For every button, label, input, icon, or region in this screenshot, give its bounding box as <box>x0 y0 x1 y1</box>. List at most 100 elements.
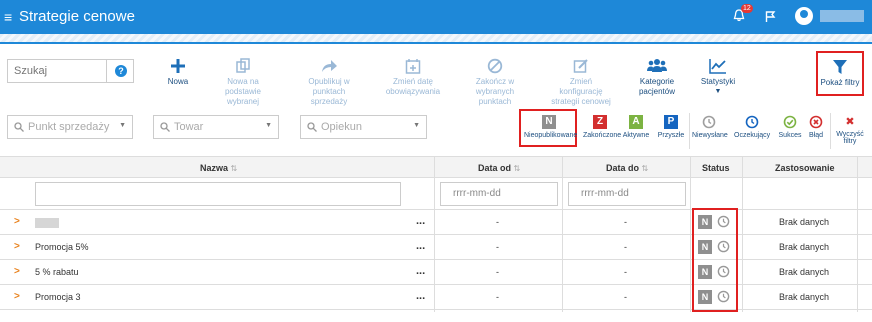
result-filter-not-sent[interactable]: Niewysłane <box>692 115 728 139</box>
row-apply: Brak danych <box>779 267 830 277</box>
result-filter-pending[interactable]: Oczekujący <box>734 115 770 139</box>
change-config-button[interactable]: Zmień konfigurację strategii cenowej <box>548 58 614 107</box>
chevron-down-icon: ▼ <box>413 122 420 129</box>
sort-icon: ⇅ <box>513 164 521 173</box>
expand-chevron-icon[interactable]: > <box>14 266 20 277</box>
patient-categories-button[interactable]: Kategorie pacjentów <box>624 58 690 97</box>
new-button[interactable]: Nowa <box>162 58 194 87</box>
menu-icon[interactable]: ≡ <box>4 9 12 25</box>
search-input[interactable] <box>8 60 107 82</box>
change-date-label: Zmień datę obowiązywania <box>385 77 441 96</box>
clock-icon <box>745 115 759 129</box>
status-filter-unpublished[interactable]: N Nieopublikowane <box>524 115 578 139</box>
caret-down-icon: ▼ <box>714 88 722 95</box>
row-date-to: - <box>624 267 627 277</box>
date-to-filter-input[interactable]: rrrr-mm-dd <box>568 182 686 206</box>
status-filter-label: Przyszłe <box>657 132 685 139</box>
status-badge-z: Z <box>593 115 607 129</box>
copy-icon <box>236 58 250 73</box>
sort-icon: ⇅ <box>230 164 238 173</box>
chevron-down-icon: ▼ <box>265 122 272 129</box>
expand-chevron-icon[interactable]: > <box>14 241 20 252</box>
divider <box>830 113 831 149</box>
status-column-highlight <box>692 208 738 312</box>
show-filters-button[interactable]: Pokaż filtry <box>816 51 864 96</box>
sort-icon: ⇅ <box>641 164 649 173</box>
row-apply: Brak danych <box>779 217 830 227</box>
statistics-button[interactable]: Statystyki ▼ <box>700 58 736 97</box>
change-config-label: Zmień konfigurację strategii cenowej <box>551 77 611 106</box>
row-date-from: - <box>496 292 499 302</box>
table-row[interactable]: > ... - - N Brak danych <box>0 210 872 235</box>
expand-chevron-icon[interactable]: > <box>14 291 20 302</box>
row-apply: Brak danych <box>779 292 830 302</box>
result-filter-label: Błąd <box>808 132 823 139</box>
check-circle-icon <box>783 115 797 129</box>
result-filter-error[interactable]: Błąd <box>806 115 826 139</box>
publish-label: Opublikuj w punktach sprzedaży <box>308 77 350 106</box>
new-button-label: Nowa <box>167 77 189 86</box>
row-name-redacted <box>35 218 59 228</box>
status-filter-active[interactable]: A Aktywne <box>622 115 650 139</box>
status-filter-label: Aktywne <box>622 132 650 139</box>
row-date-to: - <box>624 242 627 252</box>
row-actions-button[interactable]: ... <box>416 240 425 252</box>
row-date-to: - <box>624 217 627 227</box>
status-filter-finished[interactable]: Z Zakończone <box>583 115 621 139</box>
product-placeholder: Towar <box>174 121 204 133</box>
row-date-from: - <box>496 242 499 252</box>
table-row[interactable]: > Promocja 3 ... - - N Brak danych <box>0 285 872 310</box>
search-box: ? <box>7 59 134 83</box>
top-bar: ≡ Strategie cenowe 12 <box>0 0 872 34</box>
page-title: Strategie cenowe <box>19 8 135 25</box>
show-filters-label: Pokaż filtry <box>820 78 860 87</box>
table-row[interactable]: > Promocja 5% ... - - N Brak danych <box>0 235 872 260</box>
column-name-header[interactable]: Nazwa ⇅ <box>200 163 237 173</box>
column-status-header: Status <box>702 163 730 173</box>
calendar-plus-icon <box>405 59 421 74</box>
clear-filters-button[interactable]: ✖ Wyczyść filtry <box>834 115 866 145</box>
change-date-button[interactable]: Zmień datę obowiązywania <box>385 58 441 97</box>
end-in-points-button[interactable]: Zakończ w wybranych punktach <box>459 58 531 107</box>
column-date-to-header[interactable]: Data do ⇅ <box>606 163 648 173</box>
header-stripe <box>0 34 872 44</box>
row-apply: Brak danych <box>779 242 830 252</box>
row-date-from: - <box>496 267 499 277</box>
result-filter-label: Oczekujący <box>734 132 771 139</box>
product-select[interactable]: Towar ▼ <box>153 115 279 139</box>
result-filter-label: Niewysłane <box>692 132 728 139</box>
new-based-on-selected-button[interactable]: Nowa na podstawie wybranej <box>210 58 276 107</box>
sales-point-select[interactable]: Punkt sprzedaży ▼ <box>7 115 133 139</box>
error-circle-icon <box>809 115 823 129</box>
clear-filters-label: filtry <box>843 138 857 145</box>
ban-icon <box>487 58 503 74</box>
row-actions-button[interactable]: ... <box>416 265 425 277</box>
user-name-redacted[interactable] <box>820 10 864 22</box>
caretaker-placeholder: Opiekun <box>321 121 362 133</box>
row-name: Promocja 5% <box>35 242 89 252</box>
clock-icon <box>702 115 716 129</box>
table-row[interactable]: > 5 % rabatu ... - - N Brak danych <box>0 260 872 285</box>
status-filter-label: Nieopublikowane <box>524 132 578 139</box>
caretaker-select[interactable]: Opiekun ▼ <box>300 115 427 139</box>
patient-categories-label: Kategorie pacjentów <box>638 77 676 96</box>
help-icon[interactable]: ? <box>115 65 127 77</box>
avatar[interactable] <box>795 7 813 25</box>
edit-icon <box>573 59 588 73</box>
row-actions-button[interactable]: ... <box>416 290 425 302</box>
column-date-from-header[interactable]: Data od ⇅ <box>478 163 520 173</box>
status-badge-p: P <box>664 115 678 129</box>
divider <box>689 113 690 149</box>
publish-button[interactable]: Opublikuj w punktach sprzedaży <box>294 58 364 107</box>
date-from-filter-input[interactable]: rrrr-mm-dd <box>440 182 558 206</box>
row-actions-button[interactable]: ... <box>416 215 425 227</box>
search-icon <box>14 122 24 132</box>
expand-chevron-icon[interactable]: > <box>14 216 20 227</box>
status-filter-future[interactable]: P Przyszłe <box>656 115 686 139</box>
search-icon <box>307 122 317 132</box>
result-filter-success[interactable]: Sukces <box>777 115 803 139</box>
clear-filters-label: Wyczyść <box>836 131 864 138</box>
row-name: Promocja 3 <box>35 292 81 302</box>
name-filter-input[interactable] <box>35 182 401 206</box>
flag-icon[interactable] <box>765 10 776 28</box>
